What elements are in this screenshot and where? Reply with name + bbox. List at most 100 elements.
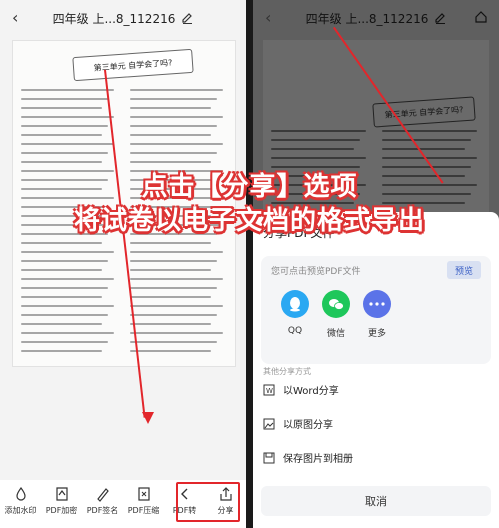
text-line: [21, 125, 108, 127]
left-screen: ‹ 四年级 上...8_112216 第三单元 自学会了吗? 添加水印 PDF加…: [0, 0, 246, 528]
text-line: [21, 269, 102, 271]
edit-icon[interactable]: [434, 12, 446, 24]
text-line: [21, 305, 114, 307]
image-icon: [263, 418, 275, 429]
option-label: 保存图片到相册: [283, 454, 353, 465]
right-header: ‹ 四年级 上...8_112216: [253, 0, 499, 36]
text-line: [130, 251, 223, 253]
edit-icon[interactable]: [181, 12, 193, 24]
text-line: [271, 157, 366, 159]
tool-compress[interactable]: PDF压缩: [123, 486, 164, 516]
right-screen: ‹ 四年级 上...8_112216 第三单元 自学会了吗? 分享PDF文件 您…: [253, 0, 499, 528]
share-as-word[interactable]: W 以Word分享: [263, 382, 339, 397]
document-title[interactable]: 四年级 上...8_112216: [306, 10, 447, 27]
word-icon: W: [263, 384, 275, 395]
app-label: 微信: [326, 329, 345, 339]
text-line: [21, 89, 114, 91]
svg-text:W: W: [266, 387, 273, 395]
watermark-icon: [15, 486, 26, 501]
wechat-icon: [322, 290, 350, 318]
share-sheet: 分享PDF文件 您可点击预览PDF文件 预览 QQ 微信 更多 其他分享方式 W…: [253, 212, 499, 528]
worksheet-banner: 第三单元 自学会了吗?: [372, 96, 476, 128]
other-share-label: 其他分享方式: [263, 367, 311, 376]
tool-label: PDF压缩: [127, 506, 160, 515]
text-line: [21, 251, 114, 253]
lock-icon: [55, 487, 68, 501]
text-line: [21, 314, 108, 316]
red-arrow-head: [142, 412, 154, 424]
text-line: [21, 341, 108, 343]
text-line: [130, 314, 217, 316]
save-to-album[interactable]: 保存图片到相册: [263, 450, 353, 465]
text-line: [382, 148, 465, 150]
text-line: [21, 107, 102, 109]
worksheet-banner: 第三单元 自学会了吗?: [72, 48, 194, 82]
preview-hint: 您可点击预览PDF文件: [271, 267, 361, 277]
text-line: [130, 116, 223, 118]
left-header: ‹ 四年级 上...8_112216: [0, 0, 246, 36]
back-icon[interactable]: ‹: [12, 8, 18, 27]
text-line: [271, 148, 354, 150]
text-line: [130, 107, 211, 109]
qq-icon: [281, 290, 309, 318]
text-line: [21, 296, 102, 298]
tool-sign[interactable]: PDF签名: [82, 486, 123, 516]
app-label: QQ: [287, 326, 303, 336]
instruction-line-2: 将试卷以电子文档的格式导出: [73, 206, 425, 236]
text-line: [21, 350, 102, 352]
text-line: [21, 323, 102, 325]
text-line: [130, 125, 217, 127]
text-line: [21, 161, 102, 163]
text-line: [130, 242, 211, 244]
option-label: 以Word分享: [283, 386, 339, 397]
tool-label: PDF加密: [45, 506, 78, 515]
text-line: [130, 296, 211, 298]
text-line: [382, 139, 471, 141]
share-qq[interactable]: QQ: [275, 290, 315, 336]
text-line: [130, 98, 217, 100]
text-line: [21, 98, 108, 100]
instruction-overlay: 点击【分享】选项 将试卷以电子文档的格式导出: [0, 170, 499, 238]
preview-card: 您可点击预览PDF文件 预览 QQ 微信 更多: [261, 256, 491, 364]
text-line: [382, 166, 471, 168]
document-title[interactable]: 四年级 上...8_112216: [53, 10, 194, 27]
tool-label: PDF签名: [86, 506, 119, 515]
text-line: [21, 242, 102, 244]
app-label: 更多: [367, 329, 386, 339]
home-icon[interactable]: [475, 11, 487, 23]
instruction-line-1: 点击【分享】选项: [141, 172, 358, 202]
text-line: [130, 89, 223, 91]
text-line: [130, 350, 211, 352]
text-line: [130, 332, 223, 334]
text-line: [130, 260, 217, 262]
option-label: 以原图分享: [283, 420, 333, 431]
tool-label: 添加水印: [4, 506, 37, 515]
text-line: [21, 134, 102, 136]
text-line: [21, 143, 114, 145]
text-line: [382, 130, 477, 132]
text-line: [130, 161, 211, 163]
back-icon[interactable]: ‹: [265, 8, 271, 27]
text-line: [130, 152, 217, 154]
share-as-image[interactable]: 以原图分享: [263, 416, 333, 431]
text-line: [271, 166, 360, 168]
cancel-button[interactable]: 取消: [261, 486, 491, 516]
tool-encrypt[interactable]: PDF加密: [41, 486, 82, 516]
text-line: [130, 323, 211, 325]
text-line: [130, 143, 223, 145]
text-line: [130, 287, 217, 289]
text-line: [130, 134, 211, 136]
compress-icon: [137, 487, 150, 501]
tool-watermark[interactable]: 添加水印: [0, 486, 41, 516]
text-line: [130, 341, 217, 343]
preview-button[interactable]: 预览: [447, 261, 481, 279]
text-line: [21, 287, 108, 289]
document-title-text: 四年级 上...8_112216: [52, 11, 176, 26]
text-line: [130, 305, 223, 307]
share-wechat[interactable]: 微信: [316, 290, 356, 339]
text-line: [130, 278, 223, 280]
text-line: [271, 139, 360, 141]
share-more[interactable]: 更多: [357, 290, 397, 339]
text-line: [21, 278, 114, 280]
more-icon: [363, 290, 391, 318]
